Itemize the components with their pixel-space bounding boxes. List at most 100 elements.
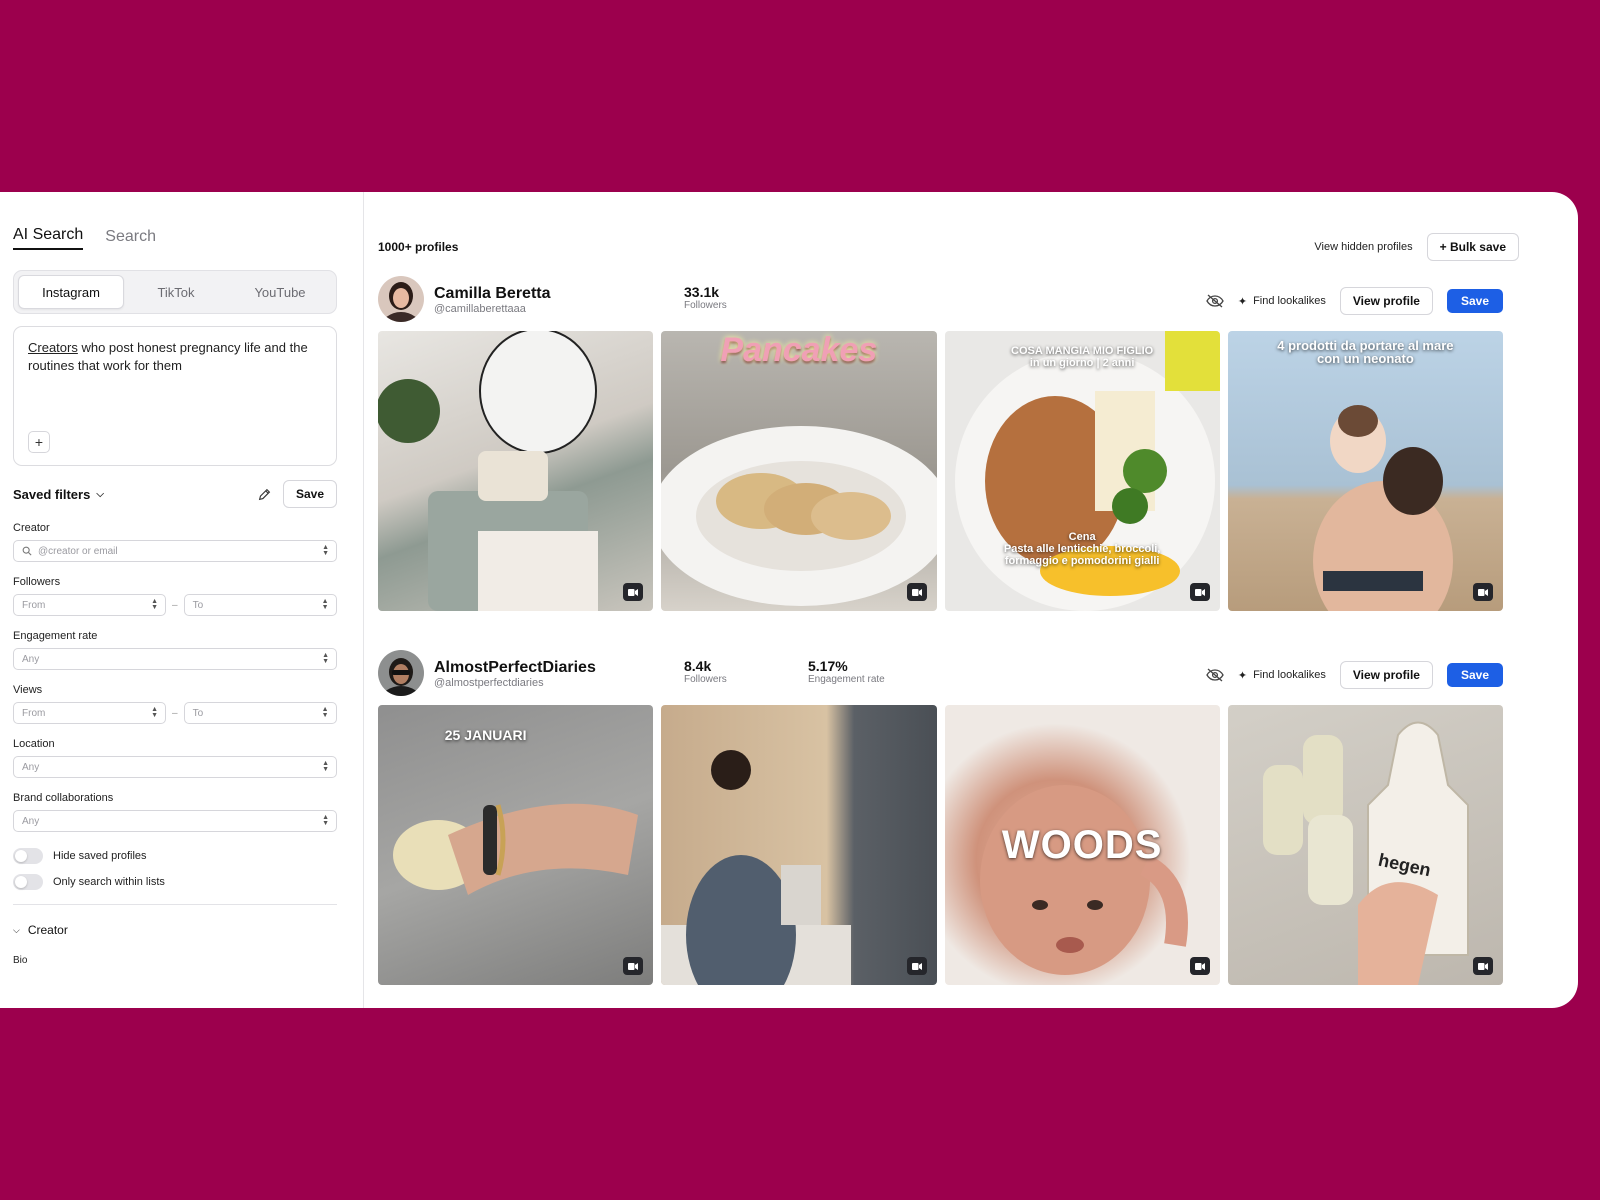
platform-tiktok[interactable]: TikTok xyxy=(124,275,228,309)
platform-switcher: Instagram TikTok YouTube xyxy=(13,270,337,314)
save-filters-button[interactable]: Save xyxy=(282,480,337,508)
profile-name[interactable]: AlmostPerfectDiaries xyxy=(434,658,684,677)
view-profile-button[interactable]: View profile xyxy=(1339,661,1433,689)
post-caption: 25 JANUARI xyxy=(444,727,527,743)
post-thumbnails: Pancakes COSA MANGIA MIO FIGLIO in un gio… xyxy=(378,331,1503,611)
video-icon xyxy=(623,583,644,601)
post-thumbnail[interactable]: Pancakes xyxy=(661,331,937,611)
followers-stat: 33.1k Followers xyxy=(684,284,727,311)
post-thumbnails: 25 JANUARI WOODS hegen xyxy=(378,705,1503,985)
brand-select[interactable]: Any ▲ ▼ xyxy=(13,810,337,832)
video-icon xyxy=(1189,957,1210,975)
lists-only-label: Only search within lists xyxy=(53,876,165,888)
profile-handle: @almostperfectdiaries xyxy=(434,676,544,689)
post-thumbnail[interactable]: COSA MANGIA MIO FIGLIO in un giorno | 2 a… xyxy=(944,331,1220,611)
views-from-value: From xyxy=(22,707,46,719)
lists-only-toggle[interactable] xyxy=(13,874,43,890)
creator-section-toggle[interactable]: ⌵ Creator xyxy=(13,923,337,937)
followers-stat: 8.4k Followers xyxy=(684,658,727,685)
add-attachment-button[interactable]: + xyxy=(28,431,50,453)
profile-card: Camilla Beretta @camillaberettaaa 33.1k … xyxy=(378,276,1503,611)
saved-filters-dropdown[interactable]: Saved filters ⌵ xyxy=(13,487,104,502)
find-lookalikes-label: Find lookalikes xyxy=(1253,295,1326,307)
followers-from-select[interactable]: From ▲ ▼ xyxy=(13,594,166,616)
followers-from-value: From xyxy=(22,599,46,611)
video-icon xyxy=(1189,583,1210,601)
avatar[interactable] xyxy=(378,650,424,696)
find-lookalikes-label: Find lookalikes xyxy=(1253,669,1326,681)
ai-query-input[interactable]: Creators who post honest pregnancy life … xyxy=(13,326,337,466)
avatar[interactable] xyxy=(378,276,424,322)
views-to-select[interactable]: To ▲ ▼ xyxy=(183,702,337,724)
results-header: 1000+ profiles View hidden profiles + Bu… xyxy=(378,233,1519,261)
followers-label: Followers xyxy=(684,674,727,685)
updown-icon: ▲ ▼ xyxy=(151,706,158,719)
views-from-select[interactable]: From ▲ ▼ xyxy=(13,702,166,724)
sparkle-icon: ✦ xyxy=(1237,295,1248,308)
results-panel: 1000+ profiles View hidden profiles + Bu… xyxy=(364,192,1578,1008)
post-caption: Cena Pasta alle lenticchie, broccoli, form… xyxy=(1003,531,1161,567)
post-thumbnail[interactable]: hegen xyxy=(1227,705,1503,985)
updown-icon: ▲ ▼ xyxy=(321,598,329,611)
post-thumbnail[interactable] xyxy=(661,705,937,985)
save-profile-button[interactable]: Save xyxy=(1446,663,1503,687)
search-mode-tabs: AI Search Search xyxy=(13,218,337,250)
followers-filter-label: Followers xyxy=(13,576,61,588)
video-icon xyxy=(1473,583,1493,601)
profile-identity: Camilla Beretta @camillaberettaaa xyxy=(434,284,684,315)
filter-sidebar: AI Search Search Instagram TikTok YouTub… xyxy=(0,192,364,1008)
post-thumbnail[interactable]: 25 JANUARI xyxy=(378,705,654,985)
range-dash: – xyxy=(172,707,178,719)
post-thumbnail[interactable]: 4 prodotti da portare al mare con un neo… xyxy=(1227,331,1503,611)
save-profile-button[interactable]: Save xyxy=(1446,289,1503,313)
updown-icon: ▲ ▼ xyxy=(321,706,329,719)
updown-icon: ▲ ▼ xyxy=(322,544,329,557)
post-caption: WOODS xyxy=(1001,823,1163,867)
followers-to-select[interactable]: To ▲ ▼ xyxy=(183,594,337,616)
saved-filters-row: Saved filters ⌵ Save xyxy=(13,480,337,508)
post-thumbnail[interactable] xyxy=(378,331,654,611)
creator-section-label: Creator xyxy=(27,923,68,937)
hide-saved-toggle[interactable] xyxy=(13,848,43,864)
saved-filters-label: Saved filters xyxy=(13,486,91,502)
creator-search-placeholder: @creator or email xyxy=(38,545,118,557)
post-caption: Pancakes xyxy=(720,331,878,369)
find-lookalikes-button[interactable]: ✦ Find lookalikes xyxy=(1238,295,1326,308)
bulk-save-button[interactable]: + Bulk save xyxy=(1426,233,1519,261)
chevron-down-icon: ⌵ xyxy=(96,488,104,500)
view-profile-button[interactable]: View profile xyxy=(1339,287,1433,315)
updown-icon: ▲ ▼ xyxy=(322,760,329,773)
location-select[interactable]: Any ▲ ▼ xyxy=(13,756,337,778)
creator-search-field[interactable]: @creator or email ▲ ▼ xyxy=(13,540,337,562)
sparkle-icon: ✦ xyxy=(1237,669,1248,682)
hide-profile-icon[interactable] xyxy=(1206,668,1224,682)
platform-youtube[interactable]: YouTube xyxy=(228,275,332,309)
engagement-select[interactable]: Any ▲ ▼ xyxy=(13,648,337,670)
engagement-value: 5.17% xyxy=(808,658,848,674)
followers-value: 8.4k xyxy=(684,658,712,674)
divider xyxy=(13,904,337,905)
post-thumbnail[interactable]: WOODS xyxy=(944,705,1220,985)
followers-range: From ▲ ▼ – To ▲ ▼ xyxy=(13,594,337,616)
find-lookalikes-button[interactable]: ✦ Find lookalikes xyxy=(1238,669,1326,682)
profile-actions: ✦ Find lookalikes View profile Save xyxy=(1206,661,1503,689)
engagement-value: Any xyxy=(22,653,40,665)
location-value: Any xyxy=(22,761,40,773)
pencil-icon[interactable] xyxy=(257,486,273,502)
views-range: From ▲ ▼ – To ▲ ▼ xyxy=(13,702,337,724)
profile-actions: ✦ Find lookalikes View profile Save xyxy=(1206,287,1503,315)
tab-ai-search[interactable]: AI Search xyxy=(13,226,84,250)
updown-icon: ▲ ▼ xyxy=(151,598,158,611)
location-filter-label: Location xyxy=(13,738,55,750)
hide-profile-icon[interactable] xyxy=(1206,294,1224,308)
platform-instagram[interactable]: Instagram xyxy=(18,275,124,309)
search-icon xyxy=(22,546,32,556)
tab-search[interactable]: Search xyxy=(105,228,156,250)
view-hidden-profiles-link[interactable]: View hidden profiles xyxy=(1314,241,1412,253)
creator-filter-label: Creator xyxy=(13,522,50,534)
updown-icon: ▲ ▼ xyxy=(322,814,329,827)
plus-icon: + xyxy=(34,434,44,450)
profile-handle: @camillaberettaaa xyxy=(434,302,526,315)
profile-name[interactable]: Camilla Beretta xyxy=(434,284,684,303)
brand-filter-label: Brand collaborations xyxy=(13,792,114,804)
